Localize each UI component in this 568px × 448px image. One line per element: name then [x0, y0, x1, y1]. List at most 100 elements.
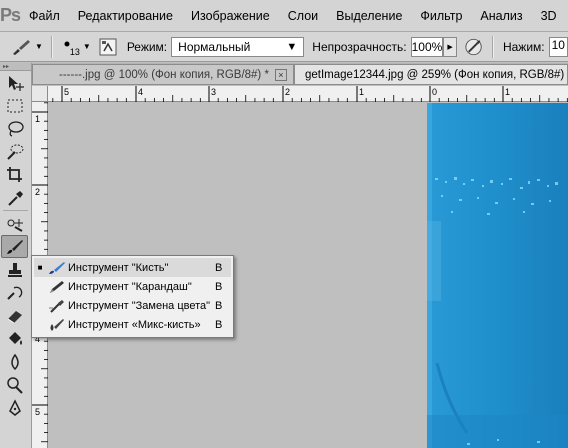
ruler-ticks: 5 4 3 2 1 0 1	[52, 86, 568, 102]
eraser-tool[interactable]	[0, 304, 30, 327]
brush-icon	[6, 239, 23, 254]
tab-label: ------.jpg @ 100% (Фон копия, RGB/8#) *	[59, 68, 269, 81]
tools-panel: ▸▸	[0, 63, 32, 448]
tool-preset-picker[interactable]: ▼	[6, 34, 47, 60]
tab-label: getImage12344.jpg @ 259% (Фон копия, RGB…	[305, 68, 565, 81]
image-content	[427, 103, 568, 448]
tab-document-2[interactable]: getImage12344.jpg @ 259% (Фон копия, RGB…	[294, 64, 568, 84]
flow-label: Нажим:	[502, 39, 545, 54]
flyout-item-brush[interactable]: ■ Инструмент "Кисть" B	[34, 258, 231, 277]
blur-tool[interactable]	[0, 350, 30, 373]
clone-stamp-tool[interactable]	[0, 258, 30, 281]
chevron-down-icon: ▼	[35, 42, 43, 51]
menu-filter[interactable]: Фильтр	[411, 0, 471, 32]
menu-3d[interactable]: 3D	[532, 0, 566, 32]
tab-document-1[interactable]: ------.jpg @ 100% (Фон копия, RGB/8#) * …	[32, 64, 294, 84]
panel-grip[interactable]: ▸▸	[0, 63, 31, 71]
shortcut-key: B	[215, 261, 223, 274]
pen-tool[interactable]	[0, 396, 30, 419]
brush-panel-toggle[interactable]	[95, 34, 121, 60]
paint-bucket-tool[interactable]	[0, 327, 30, 350]
flyout-item-label: Инструмент "Замена цвета"	[68, 299, 211, 312]
ruler-label: 1	[505, 87, 510, 97]
menu-image[interactable]: Изображение	[182, 0, 279, 32]
opacity-label: Непрозрачность:	[312, 39, 407, 54]
blur-icon	[11, 353, 19, 370]
shortcut-key: B	[215, 280, 223, 293]
menu-edit[interactable]: Редактирование	[69, 0, 182, 32]
mixer-brush-icon	[46, 318, 68, 332]
ruler-label: 1	[359, 87, 364, 97]
ruler-label: 1	[35, 114, 40, 124]
flyout-item-label: Инструмент "Кисть"	[68, 261, 169, 274]
stamp-icon	[8, 262, 22, 277]
pen-icon	[9, 398, 21, 416]
menu-layers[interactable]: Слои	[279, 0, 327, 32]
flyout-item-label: Инструмент «Микс-кисть»	[68, 318, 201, 331]
crop-tool[interactable]	[0, 163, 30, 186]
close-icon[interactable]: ×	[274, 68, 287, 81]
ruler-origin[interactable]	[32, 86, 48, 102]
history-brush-tool[interactable]	[0, 281, 30, 304]
opacity-slider-button[interactable]: ▶	[443, 36, 457, 57]
menu-analysis[interactable]: Анализ	[471, 0, 531, 32]
rectangular-marquee-icon	[7, 99, 23, 112]
divider	[50, 35, 52, 58]
dodge-icon	[7, 376, 23, 394]
flyout-item-mixer-brush[interactable]: Инструмент «Микс-кисть» B	[34, 315, 231, 334]
paint-bucket-icon	[9, 331, 22, 345]
brush-icon	[46, 261, 68, 275]
horizontal-ruler[interactable]: 5 4 3 2 1 0 1	[48, 86, 568, 102]
selected-indicator: ■	[37, 263, 43, 272]
brush-panel-icon	[99, 38, 117, 55]
marquee-tool[interactable]	[0, 94, 30, 117]
brush-size-value: 13	[69, 46, 80, 57]
flyout-item-pencil[interactable]: Инструмент "Карандаш" B	[34, 277, 231, 296]
document-image[interactable]	[427, 103, 568, 448]
flyout-item-color-replacement[interactable]: Инструмент "Замена цвета" B	[34, 296, 231, 315]
history-brush-icon	[7, 286, 23, 300]
mode-select[interactable]: Нормальный ▼	[171, 36, 305, 57]
opacity-input[interactable]: 100%	[410, 36, 444, 57]
ruler-label: 3	[211, 87, 216, 97]
ruler-label: 5	[64, 87, 69, 97]
pencil-icon	[46, 280, 68, 294]
eyedropper-tool[interactable]	[0, 186, 30, 209]
chevron-down-icon: ▼	[82, 42, 91, 51]
eraser-icon	[7, 310, 22, 323]
ruler-label: 0	[432, 87, 437, 97]
crop-icon	[7, 166, 22, 182]
menu-select[interactable]: Выделение	[327, 0, 411, 32]
healing-brush-tool[interactable]	[0, 212, 30, 235]
quick-selection-icon	[7, 144, 24, 160]
flyout-item-label: Инструмент "Карандаш"	[68, 280, 192, 293]
chevron-down-icon: ▼	[286, 40, 298, 53]
mode-value: Нормальный	[178, 39, 251, 54]
pressure-opacity-icon[interactable]	[463, 36, 484, 58]
mode-label: Режим:	[126, 39, 168, 54]
divider	[492, 35, 493, 58]
brush-icon	[13, 39, 30, 55]
move-tool[interactable]	[0, 71, 30, 94]
ruler-label: 2	[35, 187, 40, 197]
color-replacement-icon	[46, 299, 68, 313]
menu-file[interactable]: Файл	[20, 0, 69, 32]
eyedropper-icon	[8, 190, 23, 206]
ruler-label: 4	[138, 87, 143, 97]
document-tabs: ------.jpg @ 100% (Фон копия, RGB/8#) * …	[32, 63, 568, 85]
lasso-icon	[8, 120, 24, 137]
chevron-right-icon: ▶	[447, 43, 453, 51]
lasso-tool[interactable]	[0, 117, 30, 140]
move-icon	[9, 75, 24, 91]
healing-brush-icon	[7, 218, 23, 232]
menu-bar: Ps Файл Редактирование Изображение Слои …	[0, 0, 568, 32]
shortcut-key: B	[215, 318, 223, 331]
app-logo: Ps	[0, 5, 21, 25]
dodge-tool[interactable]	[0, 373, 30, 396]
quick-selection-tool[interactable]	[0, 140, 30, 163]
brush-tool-flyout: ■ Инструмент "Кисть" B Инструмент "Каран…	[31, 255, 234, 338]
brush-tool[interactable]	[1, 235, 28, 258]
ruler-label: 2	[285, 87, 290, 97]
brush-preset-picker[interactable]: 13 ▼	[56, 34, 95, 60]
flow-input[interactable]: 10	[548, 36, 568, 57]
